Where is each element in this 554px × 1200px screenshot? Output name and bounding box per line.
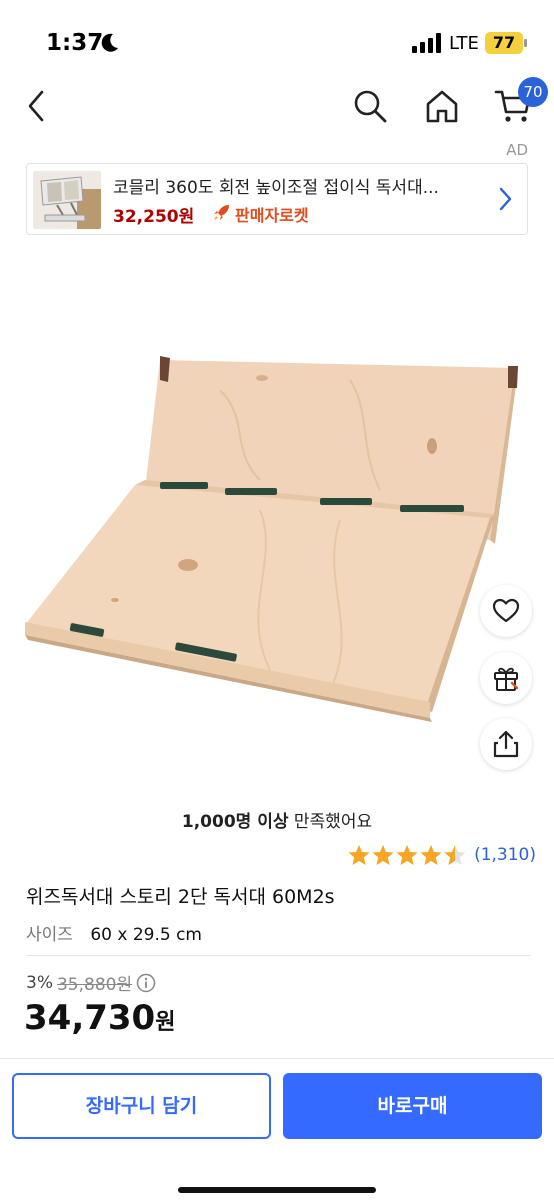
rocket-icon: [214, 205, 229, 220]
home-indicator: [178, 1187, 376, 1193]
status-bar: 1:37 LTE 77: [0, 0, 554, 80]
clip: [160, 482, 208, 489]
book-stand-thumbnail-icon: [33, 171, 101, 229]
half-star-icon: [444, 845, 466, 865]
gift-button[interactable]: [480, 652, 532, 704]
final-price: 34,730원: [24, 998, 175, 1038]
review-count[interactable]: (1,310): [474, 845, 536, 865]
buy-now-button[interactable]: 바로구매: [283, 1073, 542, 1139]
ad-title: 코믈리 360도 회전 높이조절 접이식 독서대...: [113, 178, 439, 198]
star-icon: [396, 845, 418, 865]
clip: [400, 505, 464, 512]
ad-thumbnail: [33, 171, 101, 229]
status-time: 1:37: [46, 30, 104, 56]
discount-row: 3% 35,880원: [26, 970, 156, 995]
home-icon[interactable]: [424, 88, 460, 124]
heart-icon: [492, 598, 520, 623]
final-price-value: 34,730: [24, 998, 156, 1038]
nav-bar: 70: [0, 77, 554, 136]
moon-icon: [101, 33, 118, 52]
wishlist-button[interactable]: [480, 585, 532, 637]
satisfaction-label: 1,000명 이상 만족했어요: [0, 807, 554, 832]
cart-count-badge: 70: [518, 77, 548, 107]
option-value: 60 x 29.5 cm: [90, 925, 202, 945]
original-price: 35,880원: [56, 975, 133, 995]
rating-row[interactable]: (1,310): [348, 842, 536, 868]
ad-rocket-label: 판매자로켓: [235, 206, 309, 225]
info-icon[interactable]: [136, 973, 156, 993]
battery-indicator: 77: [485, 32, 523, 54]
share-button[interactable]: [480, 718, 532, 770]
share-icon: [493, 730, 519, 758]
ad-banner[interactable]: 코믈리 360도 회전 높이조절 접이식 독서대... 32,250원 판매자로…: [26, 163, 528, 235]
gift-icon: [494, 667, 519, 691]
clip: [225, 488, 277, 495]
add-to-cart-button[interactable]: 장바구니 담기: [12, 1073, 271, 1139]
satisfaction-count: 1,000명 이상: [181, 812, 289, 832]
battery-tip: [524, 39, 527, 47]
corner-cap-right: [508, 366, 518, 388]
currency-label: 원: [155, 1010, 176, 1035]
chevron-right-icon[interactable]: [497, 186, 513, 212]
discount-rate: 3%: [26, 972, 53, 993]
satisfaction-text: 만족했어요: [288, 812, 373, 832]
bottom-action-bar: 장바구니 담기 바로구매: [0, 1058, 554, 1200]
ad-price: 32,250원: [113, 207, 195, 227]
option-row: 사이즈 60 x 29.5 cm: [26, 920, 202, 945]
back-icon[interactable]: [22, 86, 50, 126]
network-label: LTE: [449, 33, 479, 54]
ad-label: AD: [506, 141, 528, 159]
star-icon: [372, 845, 394, 865]
star-icon: [348, 845, 370, 865]
star-icon: [420, 845, 442, 865]
product-image[interactable]: [20, 330, 520, 730]
option-label: 사이즈: [26, 925, 73, 945]
product-title: 위즈독서대 스토리 2단 독서대 60M2s: [26, 886, 335, 908]
signal-icon: [412, 33, 441, 53]
clip: [320, 498, 372, 505]
search-icon[interactable]: [352, 88, 388, 124]
divider: [26, 955, 530, 956]
